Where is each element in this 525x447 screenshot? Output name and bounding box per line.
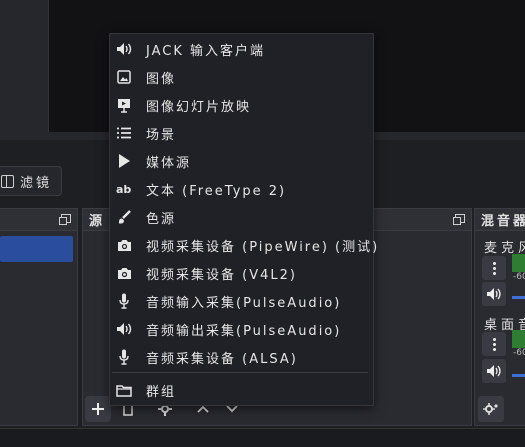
audio-mixer-dock-title-label: 混音器 bbox=[481, 214, 525, 229]
menu-item-label: 视频采集设备 (PipeWire) (测试) bbox=[146, 239, 380, 255]
menu-item-jack-input-client[interactable]: JACK 输入客户端 bbox=[110, 35, 373, 63]
menu-item-label: 图像幻灯片放映 bbox=[146, 99, 252, 115]
scene-list-item-selected[interactable] bbox=[0, 236, 73, 262]
menu-item-video-capture-v4l2[interactable]: 视频采集设备 (V4L2) bbox=[110, 259, 373, 287]
mixer-settings-button[interactable] bbox=[478, 396, 504, 422]
menu-item-label: 音频采集设备 (ALSA) bbox=[146, 351, 298, 367]
add-source-button[interactable] bbox=[85, 396, 111, 422]
camera-icon bbox=[115, 236, 133, 254]
brush-icon bbox=[115, 208, 133, 226]
menu-item-label: 音频输入采集(PulseAudio) bbox=[146, 295, 342, 311]
menu-item-label: 媒体源 bbox=[146, 155, 192, 171]
menu-item-label: JACK 输入客户端 bbox=[146, 43, 266, 59]
menu-item-label: 音频输出采集(PulseAudio) bbox=[146, 323, 342, 339]
mute-button[interactable] bbox=[482, 359, 506, 383]
filters-button-label: 滤镜 bbox=[20, 175, 53, 191]
volume-slider[interactable] bbox=[512, 296, 525, 299]
image-icon bbox=[115, 68, 133, 86]
menu-item-audio-capture-alsa[interactable]: 音频采集设备 (ALSA) bbox=[110, 343, 373, 371]
folder-icon bbox=[115, 381, 133, 399]
volume-slider[interactable] bbox=[512, 374, 525, 377]
menu-item-scene[interactable]: 场景 bbox=[110, 119, 373, 147]
menu-item-text-freetype2[interactable]: ab 文本 (FreeType 2) bbox=[110, 175, 373, 203]
menu-item-image-slideshow[interactable]: 图像幻灯片放映 bbox=[110, 91, 373, 119]
scenes-dock-title bbox=[0, 209, 77, 231]
more-options-icon bbox=[492, 337, 496, 351]
add-source-context-menu: JACK 输入客户端 图像 图像幻灯片放映 场景 媒体源 ab 文本 (Free… bbox=[109, 33, 377, 406]
menu-item-color-source[interactable]: 色源 bbox=[110, 203, 373, 231]
undock-icon[interactable] bbox=[453, 214, 465, 225]
menu-item-image[interactable]: 图像 bbox=[110, 63, 373, 91]
svg-text:ab: ab bbox=[116, 183, 131, 195]
camera-icon bbox=[115, 264, 133, 282]
channel-menu-button[interactable] bbox=[482, 256, 506, 280]
menu-item-audio-output-capture[interactable]: 音频输出采集(PulseAudio) bbox=[110, 315, 373, 343]
speaker-icon bbox=[487, 288, 501, 300]
speaker-icon bbox=[115, 40, 133, 58]
menu-item-label: 视频采集设备 (V4L2) bbox=[146, 267, 297, 283]
gear-icon bbox=[483, 403, 498, 415]
menu-item-label: 文本 (FreeType 2) bbox=[146, 183, 287, 199]
slideshow-icon bbox=[115, 96, 133, 114]
audio-mixer-dock-title: 混音器 bbox=[475, 209, 525, 231]
menu-item-media-source[interactable]: 媒体源 bbox=[110, 147, 373, 175]
meter-scale-value: -60 bbox=[513, 348, 525, 358]
text-icon: ab bbox=[115, 180, 133, 198]
volume-meter bbox=[512, 330, 525, 348]
filters-icon bbox=[1, 174, 14, 188]
plus-icon bbox=[92, 403, 104, 415]
menu-item-audio-input-capture[interactable]: 音频输入采集(PulseAudio) bbox=[110, 287, 373, 315]
channel-menu-button[interactable] bbox=[482, 332, 506, 356]
undock-icon[interactable] bbox=[59, 214, 71, 225]
speaker-icon bbox=[115, 320, 133, 338]
microphone-icon bbox=[115, 348, 133, 366]
menu-item-group[interactable]: 群组 bbox=[110, 376, 373, 404]
volume-meter bbox=[512, 254, 525, 272]
play-icon bbox=[115, 152, 133, 170]
menu-item-label: 图像 bbox=[146, 71, 177, 87]
sources-dock-title-label: 源 bbox=[89, 214, 103, 229]
speaker-icon bbox=[487, 365, 501, 377]
menu-item-label: 色源 bbox=[146, 211, 177, 227]
meter-scale-value: -60 bbox=[513, 272, 525, 282]
more-options-icon bbox=[492, 261, 496, 275]
menu-item-video-capture-pipewire[interactable]: 视频采集设备 (PipeWire) (测试) bbox=[110, 231, 377, 259]
menu-item-label: 群组 bbox=[146, 384, 177, 400]
mute-button[interactable] bbox=[482, 282, 506, 306]
microphone-icon bbox=[115, 292, 133, 310]
status-bar bbox=[0, 428, 525, 447]
filters-button[interactable]: 滤镜 bbox=[0, 166, 62, 196]
list-icon bbox=[115, 124, 133, 142]
menu-item-label: 场景 bbox=[146, 127, 177, 143]
menu-separator bbox=[112, 372, 368, 373]
